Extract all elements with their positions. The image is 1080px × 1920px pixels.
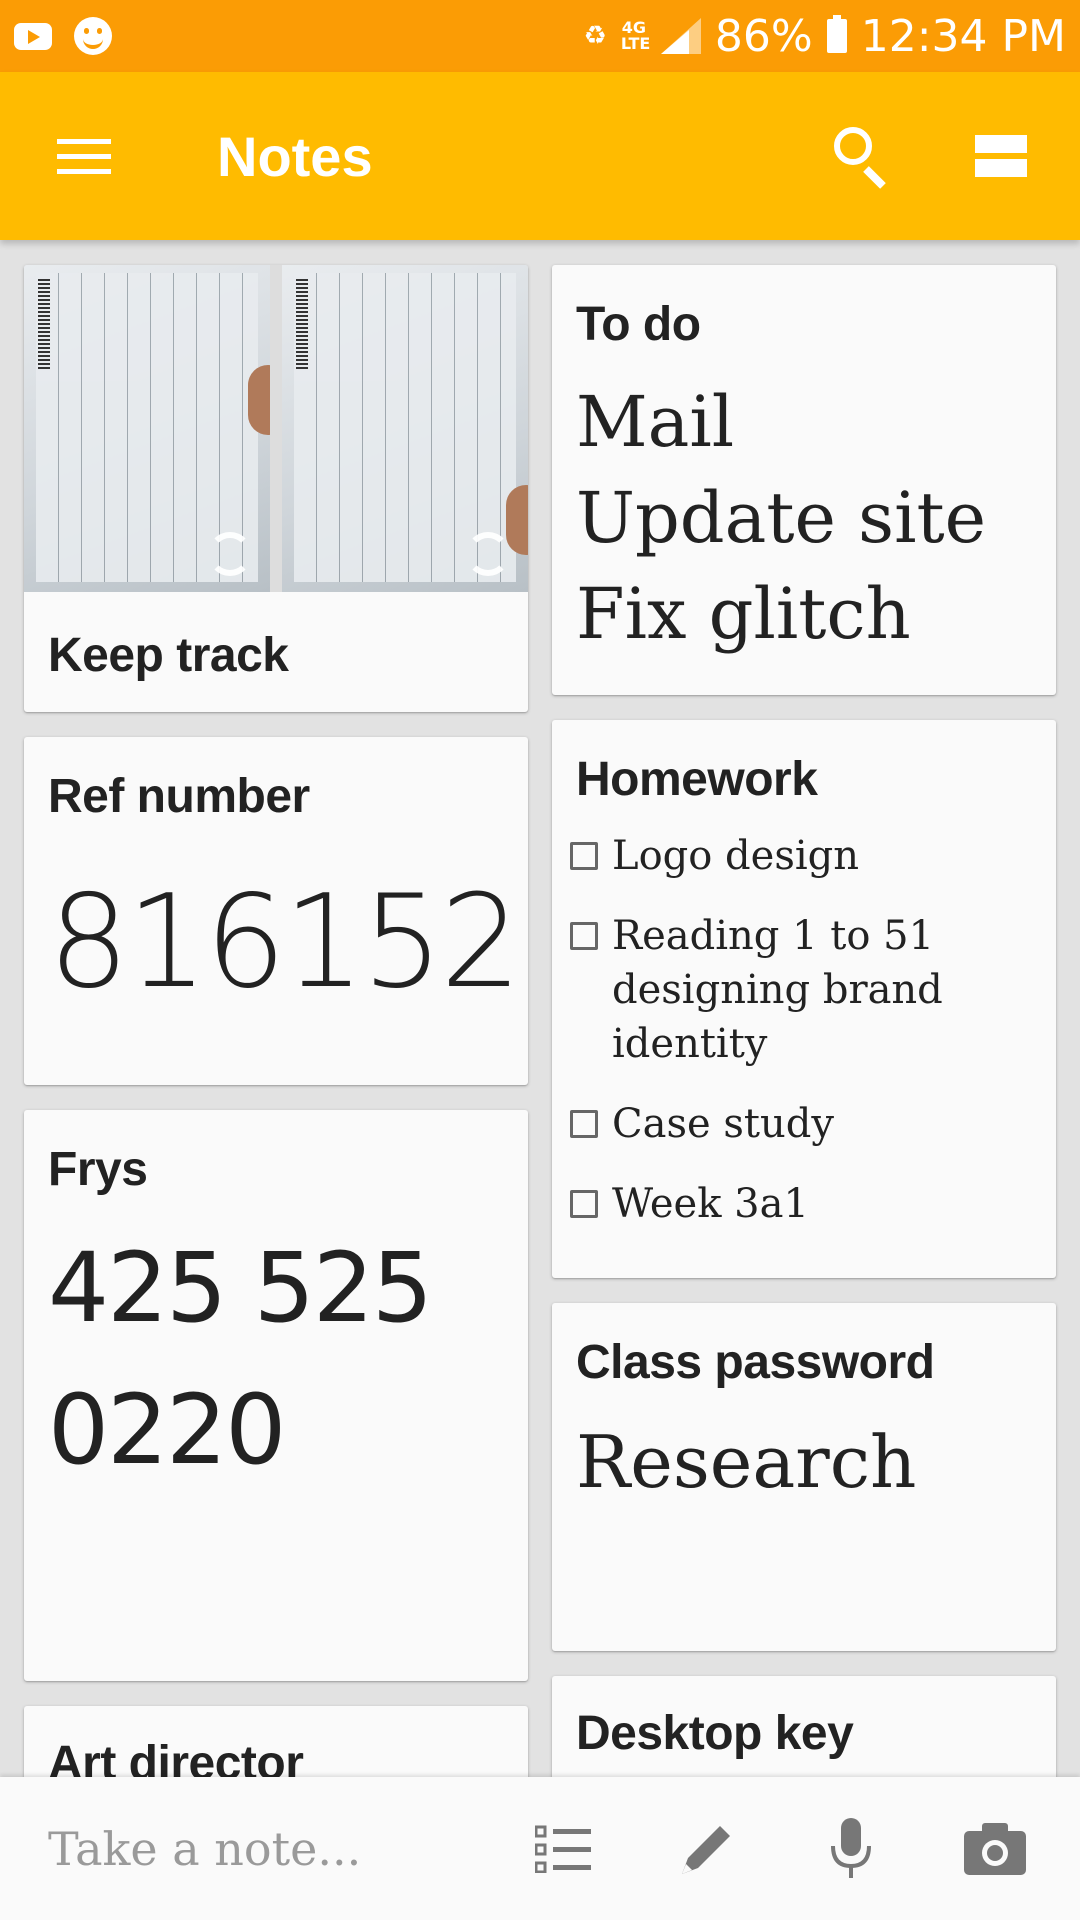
note-card-keep-track[interactable]: Keep track — [24, 265, 528, 712]
search-button[interactable] — [806, 101, 916, 211]
note-title: Art director — [48, 1737, 304, 1777]
note-line: 425 525 — [48, 1232, 433, 1344]
note-title: Keep track — [48, 629, 289, 682]
checklist-icon — [535, 1825, 591, 1873]
new-drawing-button[interactable] — [652, 1794, 762, 1904]
battery-percent: 86% — [714, 10, 813, 62]
note-images — [24, 265, 528, 592]
checkbox[interactable] — [570, 1110, 598, 1138]
note-card-desktop-key[interactable]: Desktop key — [552, 1676, 1056, 1777]
note-title: To do — [576, 298, 701, 351]
note-photo[interactable] — [24, 265, 270, 592]
youtube-notification-icon — [14, 22, 52, 50]
note-line: 0220 — [48, 1374, 286, 1486]
page-title: Notes — [217, 124, 373, 188]
note-card-todo[interactable]: To do Mail Update site Fix glitch — [552, 265, 1056, 695]
sync-icon — [208, 532, 252, 576]
note-body: Mail Update site Fix glitch — [576, 374, 1032, 686]
camera-icon — [964, 1822, 1026, 1875]
checklist-item: Reading 1 to 51 designing brand identity — [570, 909, 1032, 1071]
bottom-bar: Take a note... — [0, 1777, 1080, 1920]
signal-icon — [660, 18, 701, 54]
checklist-item: Logo design — [570, 829, 1032, 883]
checklist-item-label: Logo design — [612, 833, 860, 879]
note-card-art-director[interactable]: Art director — [24, 1706, 528, 1777]
note-body: Research — [576, 1420, 917, 1504]
note-title: Homework — [576, 753, 818, 806]
battery-icon — [826, 15, 847, 53]
note-line: Fix glitch — [576, 573, 911, 655]
new-list-button[interactable] — [508, 1794, 618, 1904]
note-title: Ref number — [48, 770, 310, 823]
note-card-class-password[interactable]: Class password Research — [552, 1303, 1056, 1651]
checklist-item-label: Week 3a1 — [612, 1181, 809, 1227]
take-note-input[interactable]: Take a note... — [48, 1822, 508, 1876]
pencil-icon — [682, 1825, 730, 1874]
search-icon — [834, 127, 872, 165]
sync-icon — [466, 532, 510, 576]
note-body: 816152 — [48, 868, 522, 1017]
note-card-frys[interactable]: Frys 425 525 0220 — [24, 1110, 528, 1681]
clock: 12:34 PM — [860, 10, 1066, 62]
app-bar: Notes — [0, 72, 1080, 240]
list-view-toggle-button[interactable] — [946, 101, 1056, 211]
notes-grid: Keep track Ref number 816152 Frys 425 52… — [0, 240, 1080, 1777]
checklist: Logo design Reading 1 to 51 designing br… — [570, 829, 1032, 1257]
checkbox[interactable] — [570, 922, 598, 950]
status-bar: ♻ 4G LTE 86% 12:34 PM — [0, 0, 1080, 72]
checklist-item: Case study — [570, 1097, 1032, 1151]
menu-button[interactable] — [29, 101, 139, 211]
network-type-label: 4G LTE — [620, 18, 651, 53]
note-photo[interactable] — [282, 265, 528, 592]
checkbox[interactable] — [570, 1190, 598, 1218]
note-body: 425 525 0220 — [48, 1217, 504, 1595]
note-card-homework[interactable]: Homework Logo design Reading 1 to 51 des… — [552, 720, 1056, 1278]
checkbox[interactable] — [570, 842, 598, 870]
checklist-item-label: Case study — [612, 1101, 834, 1147]
note-card-ref-number[interactable]: Ref number 816152 — [24, 737, 528, 1085]
note-title: Class password — [576, 1336, 935, 1389]
note-line: Mail — [576, 381, 735, 463]
checklist-item: Week 3a1 — [570, 1177, 1032, 1231]
checklist-item-label: Reading 1 to 51 designing brand identity — [612, 913, 943, 1067]
note-title: Desktop key — [576, 1707, 854, 1760]
note-title: Frys — [48, 1143, 148, 1196]
battery-saver-icon: ♻ — [583, 21, 607, 51]
note-line: Update site — [576, 477, 987, 559]
voice-note-button[interactable] — [796, 1794, 906, 1904]
smiley-notification-icon — [74, 17, 112, 55]
microphone-icon — [831, 1817, 871, 1878]
photo-note-button[interactable] — [940, 1794, 1050, 1904]
